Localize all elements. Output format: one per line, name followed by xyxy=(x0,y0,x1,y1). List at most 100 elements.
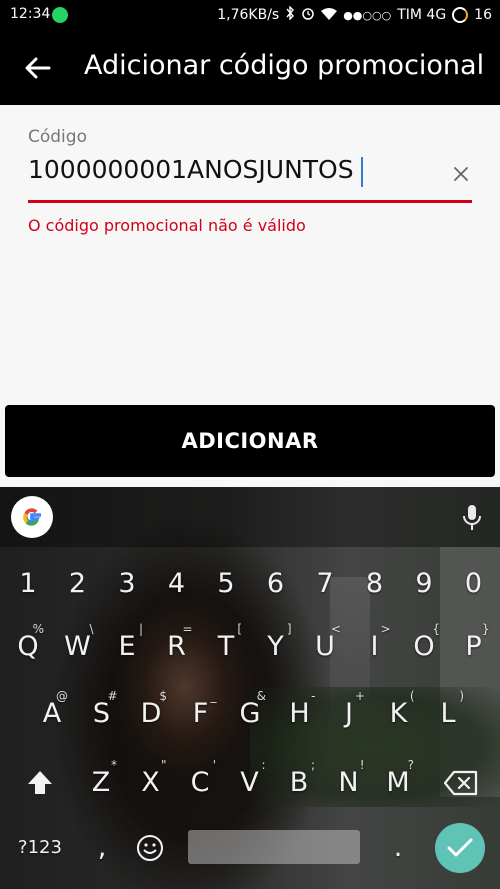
key-5-label: 5 xyxy=(217,568,235,599)
key-h[interactable]: H- xyxy=(278,686,322,742)
voice-input-button[interactable] xyxy=(460,503,484,533)
key-b-label: B xyxy=(289,767,309,798)
key-c-hint: ' xyxy=(212,758,216,772)
key-v[interactable]: V: xyxy=(228,755,272,811)
key-t[interactable]: T[ xyxy=(204,619,248,675)
keyboard-suggestion-bar xyxy=(0,487,500,547)
key-7[interactable]: 7 xyxy=(303,556,347,612)
key-r[interactable]: R = xyxy=(155,619,199,675)
key-k-label: K xyxy=(389,698,408,729)
key-m[interactable]: M? xyxy=(376,755,420,811)
key-x-label: X xyxy=(141,767,160,798)
key-b-hint: ; xyxy=(310,758,315,772)
key-1-label: 1 xyxy=(19,568,37,599)
key-x-hint: " xyxy=(160,758,167,772)
key-d[interactable]: D $ xyxy=(129,686,173,742)
key-n-label: N xyxy=(338,767,359,798)
shift-icon xyxy=(28,771,52,794)
clear-input-button[interactable] xyxy=(448,161,474,187)
key-6-label: 6 xyxy=(266,568,285,599)
key-h-label: H xyxy=(289,698,310,729)
key-x[interactable]: X " xyxy=(129,755,173,811)
smiley-icon xyxy=(137,835,163,861)
key-6[interactable]: 6 xyxy=(254,556,298,612)
key-q[interactable]: Q% xyxy=(6,619,50,675)
key-s[interactable]: S # xyxy=(80,686,124,742)
key-h-hint: - xyxy=(311,689,316,703)
key-g[interactable]: G & xyxy=(228,686,272,742)
status-bar: 12:34 1,76KB/s ●●○○○ TIM 4G 16 xyxy=(0,0,500,30)
carrier-name: TIM 4G xyxy=(397,7,447,23)
key-f-label: F xyxy=(192,698,209,729)
key-z-label: Z xyxy=(91,767,111,798)
on-screen-keyboard: 1 2 3 4 5 6 7 8 9 0 Q% W \ E | R = T[Y] U < I > O{P} A @ S # D $ F _ G &… xyxy=(0,487,500,889)
emoji-key[interactable] xyxy=(128,820,172,876)
key-q-hint: % xyxy=(32,622,44,636)
key-p[interactable]: P} xyxy=(452,619,496,675)
space-key[interactable] xyxy=(188,830,360,864)
key-3[interactable]: 3 xyxy=(105,556,149,612)
error-message: O código promocional não é válido xyxy=(28,216,306,235)
key-b[interactable]: B; xyxy=(277,755,321,811)
page-title: Adicionar código promocional xyxy=(84,50,485,81)
google-search-button[interactable] xyxy=(11,496,53,538)
key-e-label: E xyxy=(118,631,136,662)
key-8[interactable]: 8 xyxy=(353,556,397,612)
period-key[interactable]: . xyxy=(376,820,420,876)
status-indicators: 1,76KB/s ●●○○○ TIM 4G 16 xyxy=(217,5,492,24)
key-i[interactable]: I > xyxy=(353,619,397,675)
key-m-label: M xyxy=(386,767,410,798)
key-j[interactable]: J + xyxy=(327,686,371,742)
key-j-label: J xyxy=(345,698,353,729)
key-o[interactable]: O{ xyxy=(402,619,446,675)
key-c[interactable]: C ' xyxy=(178,755,222,811)
key-v-label: V xyxy=(240,767,259,798)
key-d-hint: $ xyxy=(159,689,167,703)
key-2[interactable]: 2 xyxy=(56,556,100,612)
key-t-label: T xyxy=(217,631,235,662)
key-u[interactable]: U < xyxy=(303,619,347,675)
back-button[interactable] xyxy=(22,52,54,84)
key-9[interactable]: 9 xyxy=(402,556,446,612)
add-promo-code-button[interactable]: ADICIONAR xyxy=(5,405,495,477)
key-y-hint: ] xyxy=(286,622,292,636)
key-5[interactable]: 5 xyxy=(204,556,248,612)
enter-key[interactable] xyxy=(435,823,485,873)
key-l[interactable]: L) xyxy=(426,686,470,742)
key-r-hint: = xyxy=(182,622,193,636)
bluetooth-icon xyxy=(285,5,295,24)
promo-code-input[interactable]: 1000000001ANOSJUNTOS xyxy=(28,155,438,195)
key-y-label: Y xyxy=(267,631,284,662)
key-3-label: 3 xyxy=(118,568,136,599)
key-t-hint: [ xyxy=(237,622,242,636)
comma-key[interactable]: , xyxy=(80,820,124,876)
symbols-key[interactable]: ?123 xyxy=(12,820,68,876)
key-f-hint: _ xyxy=(210,689,217,703)
key-a[interactable]: A @ xyxy=(30,686,74,742)
key-p-hint: } xyxy=(481,622,490,636)
key-y[interactable]: Y] xyxy=(254,619,298,675)
key-0[interactable]: 0 xyxy=(452,556,496,612)
key-a-hint: @ xyxy=(56,689,68,703)
key-1[interactable]: 1 xyxy=(6,556,50,612)
shift-key[interactable] xyxy=(18,755,62,811)
key-4[interactable]: 4 xyxy=(155,556,199,612)
input-underline-error xyxy=(28,200,472,203)
key-z[interactable]: Z * xyxy=(79,755,123,811)
key-w[interactable]: W \ xyxy=(56,619,100,675)
key-k-hint: ( xyxy=(409,689,415,703)
key-9-label: 9 xyxy=(415,568,433,599)
backspace-key[interactable] xyxy=(436,755,486,811)
key-k[interactable]: K( xyxy=(377,686,421,742)
signal-dots: ●●○○○ xyxy=(343,8,392,22)
alarm-icon xyxy=(301,6,315,24)
key-l-label: L xyxy=(440,698,456,729)
key-c-label: C xyxy=(190,767,210,798)
key-e[interactable]: E | xyxy=(105,619,149,675)
network-speed: 1,76KB/s xyxy=(217,7,280,23)
key-i-hint: > xyxy=(380,622,391,636)
code-field-label: Código xyxy=(28,127,87,147)
key-f[interactable]: F _ xyxy=(179,686,223,742)
key-n-hint: ! xyxy=(359,758,365,772)
key-n[interactable]: N! xyxy=(327,755,371,811)
